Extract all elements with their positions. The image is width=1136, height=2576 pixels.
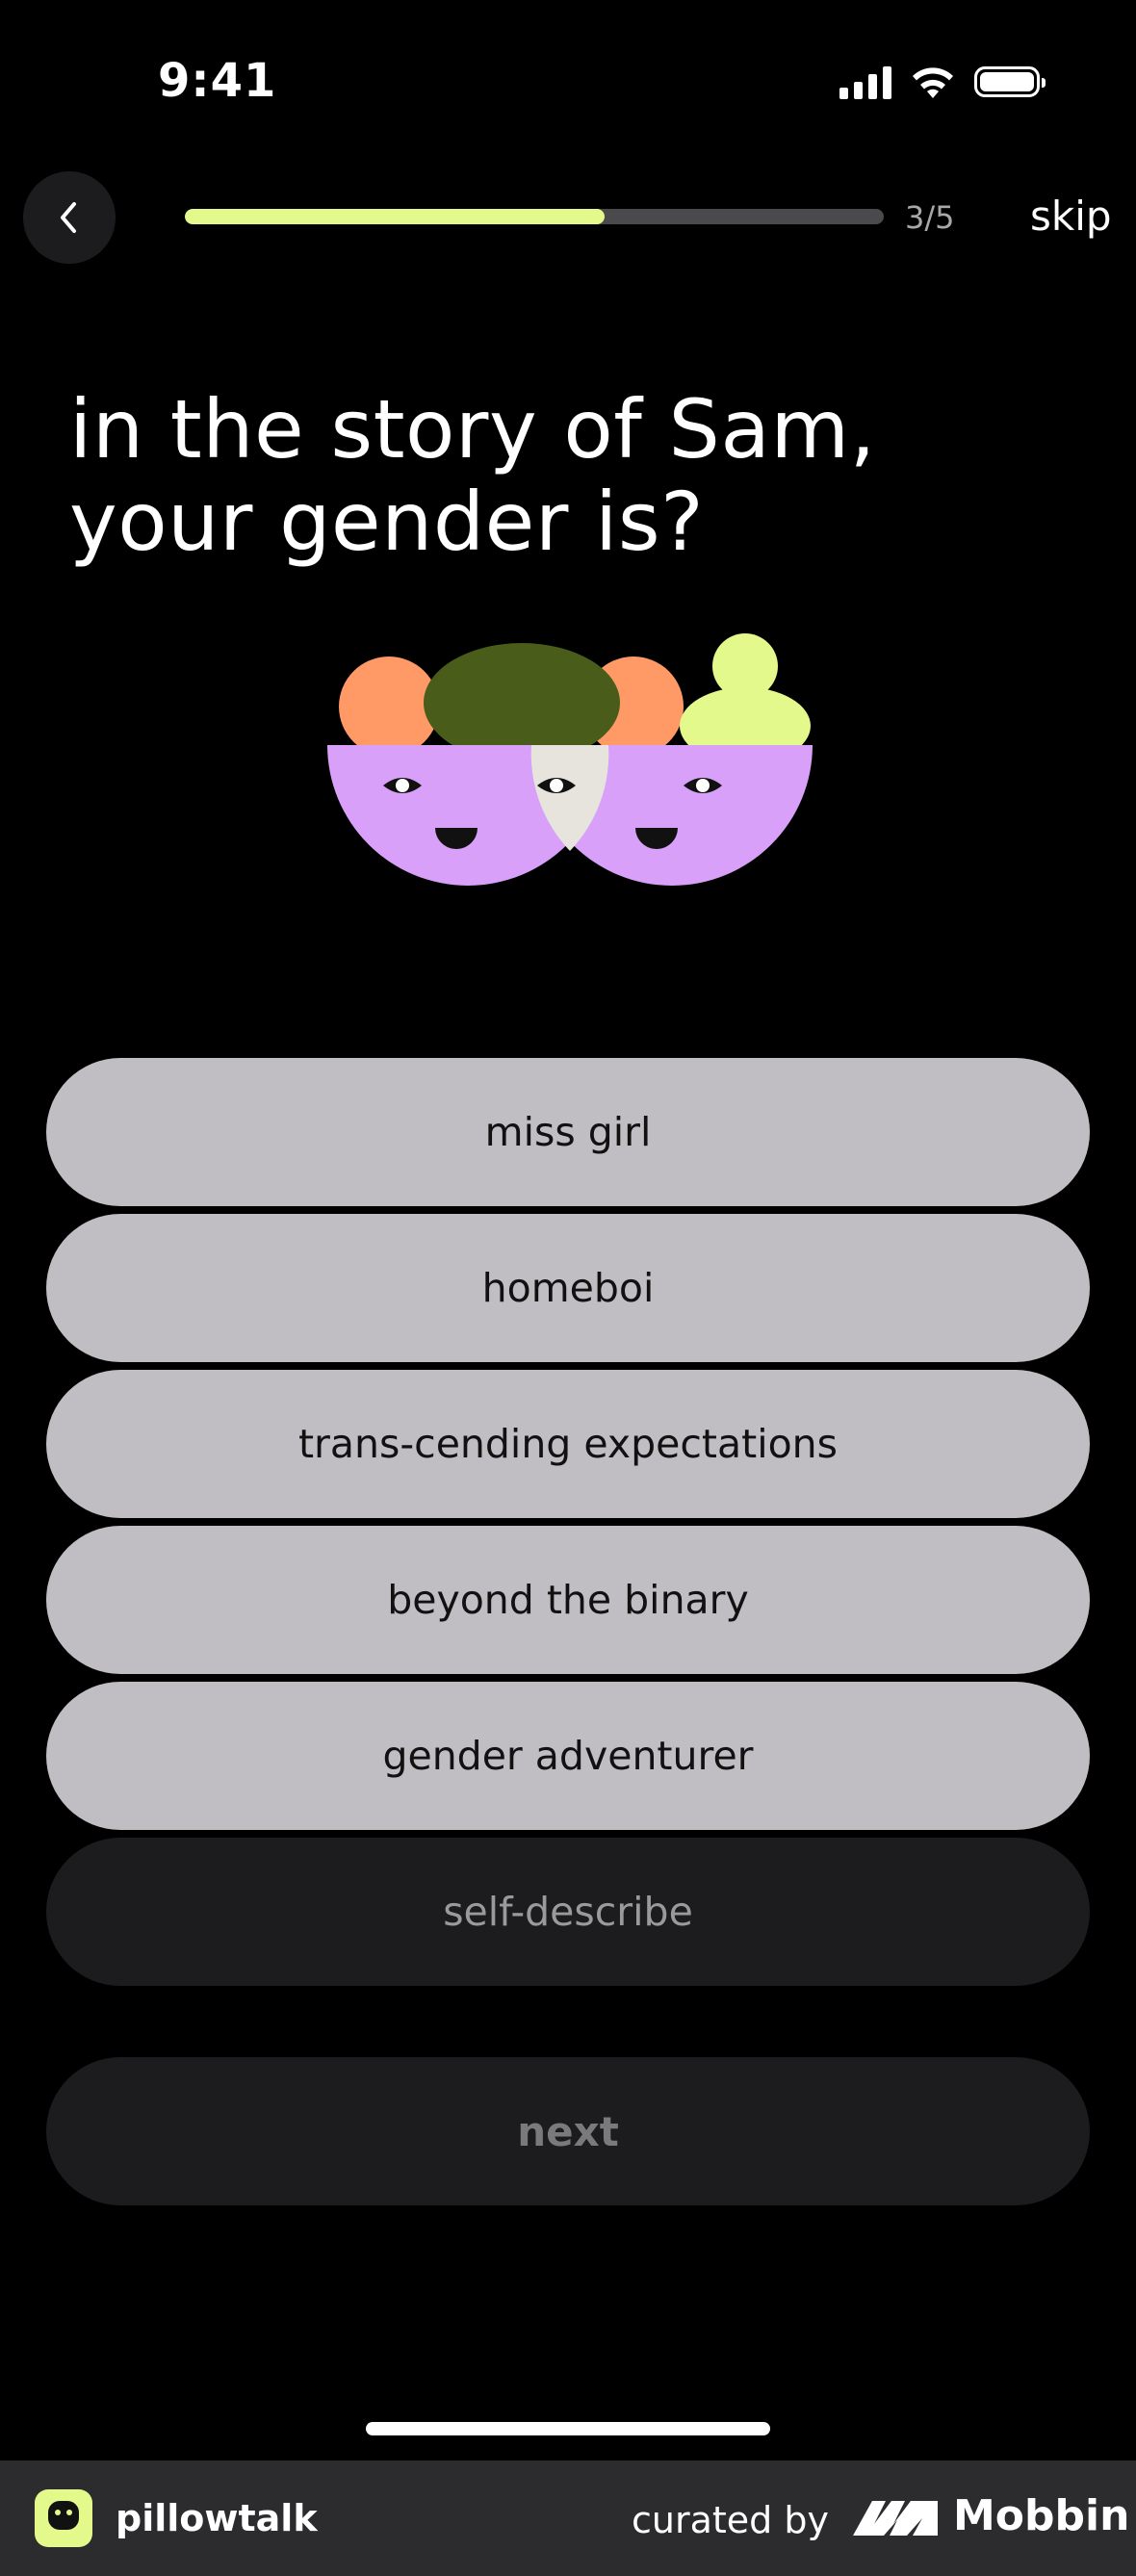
cellular-signal-icon <box>839 64 891 99</box>
next-button[interactable]: next <box>46 2057 1090 2205</box>
progress-counter: 3/5 <box>905 199 955 236</box>
skip-button[interactable]: skip <box>1030 193 1112 240</box>
status-icons <box>839 64 1046 100</box>
option-self-describe[interactable]: self-describe <box>46 1838 1090 1986</box>
progress-bar-fill <box>185 209 605 224</box>
option-gender-adventurer[interactable]: gender adventurer <box>46 1682 1090 1830</box>
option-beyond-the-binary[interactable]: beyond the binary <box>46 1526 1090 1674</box>
question-line-2: your gender is? <box>69 475 705 569</box>
two-faces-illustration <box>327 633 813 886</box>
option-miss-girl[interactable]: miss girl <box>46 1058 1090 1206</box>
back-chevron-icon <box>61 202 76 233</box>
status-time: 9:41 <box>158 54 277 108</box>
question-line-1: in the story of Sam, <box>69 382 876 477</box>
wifi-icon <box>913 67 953 98</box>
option-homeboi[interactable]: homeboi <box>46 1214 1090 1362</box>
mobbin-logo-icon <box>853 2501 938 2536</box>
pillowtalk-logo <box>35 2489 92 2547</box>
option-trans-cending-expectations[interactable]: trans-cending expectations <box>46 1370 1090 1518</box>
home-indicator <box>366 2422 770 2435</box>
back-button[interactable] <box>23 171 116 264</box>
battery-icon <box>974 66 1046 97</box>
progress-bar <box>185 209 884 224</box>
app-name: pillowtalk <box>116 2497 318 2539</box>
curated-by-label: curated by <box>632 2499 829 2541</box>
mobbin-brand: Mobbin <box>953 2491 1130 2540</box>
question-title: in the story of Sam, your gender is? <box>69 383 1032 568</box>
